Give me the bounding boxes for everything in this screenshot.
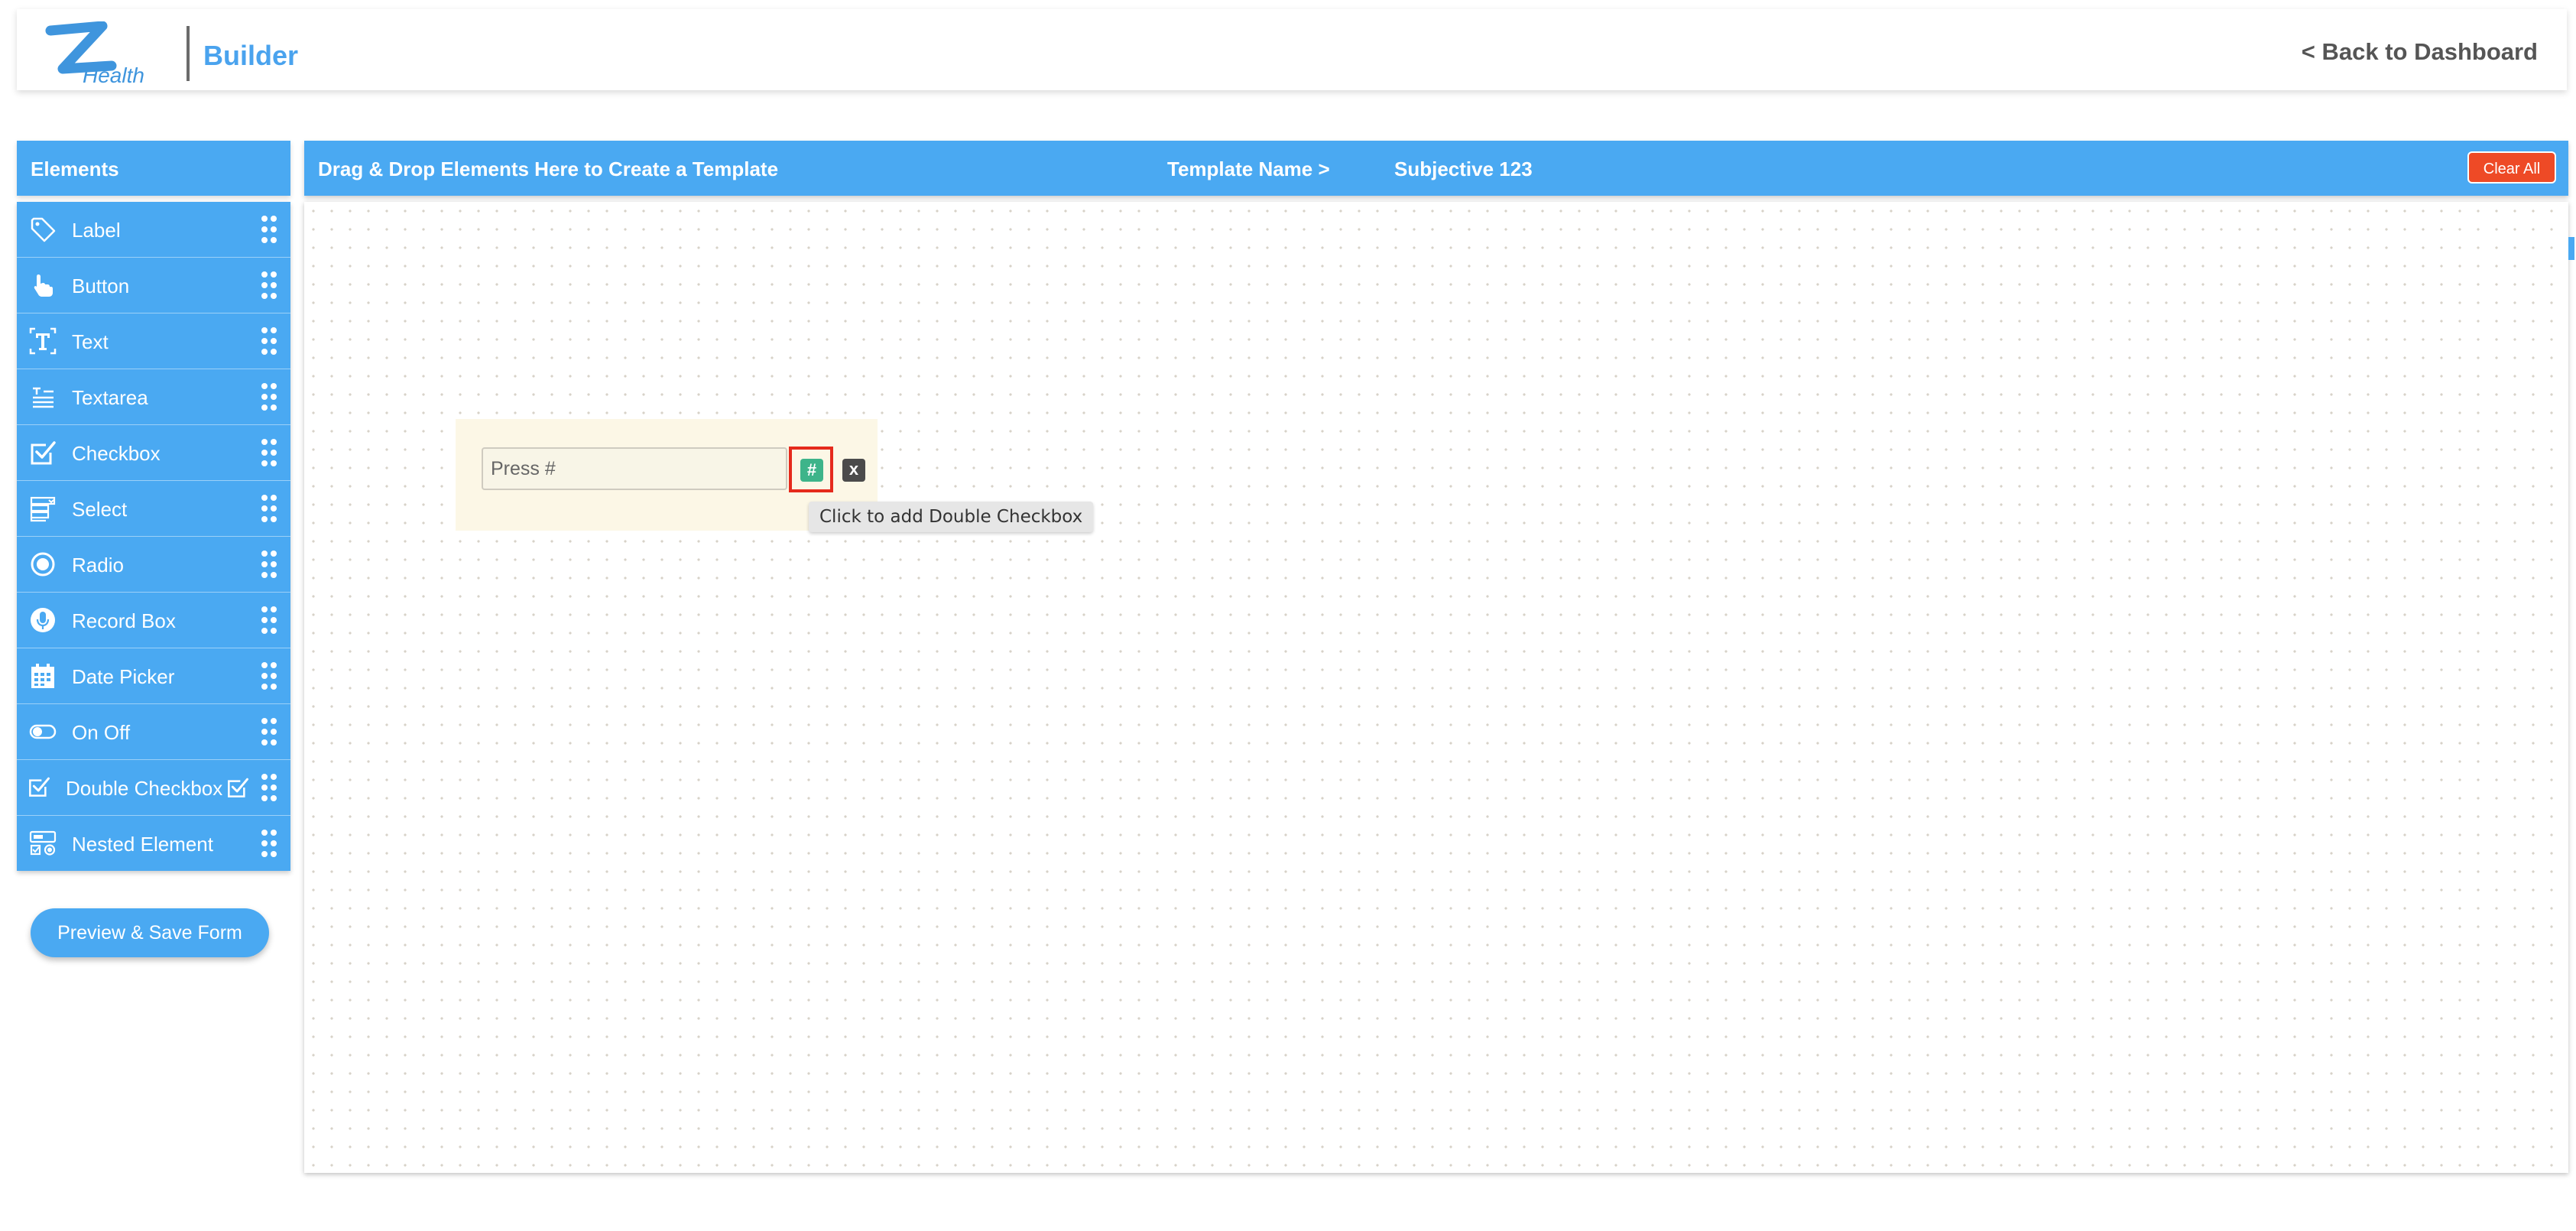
- tooltip: Click to add Double Checkbox: [809, 502, 1094, 532]
- elements-list: Label Button Text Textarea Checkbox Sele…: [17, 202, 290, 871]
- drag-handle-icon[interactable]: [260, 661, 278, 691]
- back-to-dashboard-link[interactable]: < Back to Dashboard: [2302, 38, 2538, 66]
- checkbox-icon: [226, 776, 249, 799]
- radio-icon: [29, 551, 57, 578]
- hash-button-highlight: #: [789, 447, 833, 492]
- sidebar-item-select[interactable]: Select: [17, 481, 290, 537]
- drag-handle-icon[interactable]: [260, 493, 278, 524]
- drag-handle-icon[interactable]: [260, 549, 278, 580]
- preview-save-form-button[interactable]: Preview & Save Form: [31, 908, 269, 957]
- sidebar-item-text: Text: [72, 330, 109, 353]
- template-name[interactable]: Subjective 123: [1394, 158, 1533, 181]
- calendar-icon: [29, 662, 57, 690]
- nested-element-icon: [29, 830, 57, 857]
- top-header: Health Builder < Back to Dashboard: [17, 9, 2567, 90]
- clear-all-button[interactable]: Clear All: [2467, 151, 2556, 184]
- sidebar-item-radio[interactable]: Radio: [17, 537, 290, 593]
- sidebar-item-textarea[interactable]: Textarea: [17, 369, 290, 425]
- microphone-icon: [29, 606, 57, 634]
- tag-icon: [29, 216, 57, 243]
- drag-handle-icon[interactable]: [260, 326, 278, 356]
- logo-divider: [187, 26, 190, 81]
- sidebar-item-text: Radio: [72, 554, 124, 577]
- svg-text:Health: Health: [83, 63, 144, 86]
- drag-handle-icon[interactable]: [260, 214, 278, 245]
- press-hash-input[interactable]: [482, 447, 787, 490]
- checkbox-icon: [29, 439, 57, 466]
- drag-handle-icon[interactable]: [260, 772, 278, 803]
- drag-handle-icon[interactable]: [260, 716, 278, 747]
- drag-handle-icon[interactable]: [260, 437, 278, 468]
- sidebar-item-text: Select: [72, 498, 128, 521]
- zhealth-logo: Health: [40, 21, 170, 87]
- sidebar-item-record-box[interactable]: Record Box: [17, 593, 290, 648]
- elements-panel-header: Elements: [17, 141, 290, 196]
- sidebar-item-text: Double Checkbox: [66, 777, 223, 800]
- drag-handle-icon[interactable]: [260, 382, 278, 412]
- template-toolbar: Drag & Drop Elements Here to Create a Te…: [304, 141, 2568, 196]
- sidebar-item-text: Label: [72, 219, 121, 242]
- sidebar-item-text: Button: [72, 274, 130, 297]
- select-icon: [29, 495, 57, 522]
- sidebar-item-text: Date Picker: [72, 665, 175, 688]
- toggle-icon: [29, 718, 57, 745]
- sidebar-item-double-checkbox[interactable]: Double Checkbox: [17, 760, 290, 816]
- text-icon: [29, 327, 57, 355]
- template-canvas[interactable]: [304, 202, 2568, 1173]
- remove-element-button[interactable]: x: [842, 459, 865, 482]
- sidebar-item-text: Textarea: [72, 386, 148, 409]
- sidebar-item-label[interactable]: Label: [17, 202, 290, 258]
- sidebar-item-checkbox[interactable]: Checkbox: [17, 425, 290, 481]
- sidebar-item-text: On Off: [72, 721, 131, 744]
- template-name-label: Template Name >: [1167, 158, 1330, 180]
- add-double-checkbox-button[interactable]: #: [800, 459, 823, 482]
- textarea-icon: [29, 383, 57, 411]
- sidebar-item-text: Nested Element: [72, 833, 213, 856]
- drag-handle-icon[interactable]: [260, 605, 278, 635]
- sidebar-item-button[interactable]: Button: [17, 258, 290, 313]
- drop-hint: Drag & Drop Elements Here to Create a Te…: [318, 158, 779, 180]
- sidebar-item-text: Record Box: [72, 609, 176, 632]
- sidebar-item-text: Checkbox: [72, 442, 161, 465]
- sidebar-item-date-picker[interactable]: Date Picker: [17, 648, 290, 704]
- sidebar-item-nested-element[interactable]: Nested Element: [17, 816, 290, 871]
- drag-handle-icon[interactable]: [260, 828, 278, 859]
- checkbox-icon: [28, 775, 50, 798]
- scrollbar-thumb[interactable]: [2568, 237, 2574, 260]
- sidebar-item-text[interactable]: Text: [17, 313, 290, 369]
- sidebar-item-on-off[interactable]: On Off: [17, 704, 290, 760]
- pointer-hand-icon: [29, 271, 57, 299]
- elements-panel-title: Elements: [31, 158, 119, 180]
- app-title: Builder: [203, 40, 299, 71]
- drag-handle-icon[interactable]: [260, 270, 278, 300]
